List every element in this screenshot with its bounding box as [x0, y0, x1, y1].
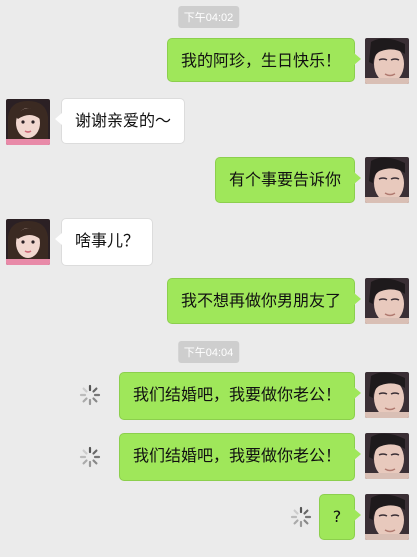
female-avatar-icon[interactable]	[6, 99, 50, 145]
timestamp: 下午04:04	[177, 341, 240, 363]
message-bubble-sent[interactable]: 我的阿珍，生日快乐！	[166, 38, 362, 82]
loading-spinner-icon	[79, 384, 101, 406]
male-avatar-icon[interactable]	[365, 157, 409, 203]
message-bubble-sent[interactable]: 我们结婚吧，我要做你老公！	[118, 433, 362, 481]
loading-spinner-icon	[79, 446, 101, 468]
male-avatar-icon[interactable]	[365, 372, 409, 418]
message-bubble-sent[interactable]: 有个事要告诉你	[214, 157, 362, 203]
message-bubble-sent[interactable]: 我们结婚吧，我要做你老公！	[118, 372, 362, 420]
message-bubble-received[interactable]: 谢谢亲爱的～	[54, 98, 186, 144]
male-avatar-icon[interactable]	[365, 433, 409, 479]
message-bubble-sent[interactable]: 我不想再做你男朋友了	[166, 278, 362, 324]
message-bubble-sent[interactable]: ?	[319, 494, 361, 540]
female-avatar-icon[interactable]	[6, 219, 50, 265]
loading-spinner-icon	[290, 506, 312, 528]
timestamp: 下午04:02	[177, 6, 240, 28]
message-bubble-received[interactable]: 啥事儿？	[54, 218, 154, 266]
male-avatar-icon[interactable]	[365, 278, 409, 324]
male-avatar-icon[interactable]	[365, 494, 409, 540]
male-avatar-icon[interactable]	[365, 38, 409, 84]
